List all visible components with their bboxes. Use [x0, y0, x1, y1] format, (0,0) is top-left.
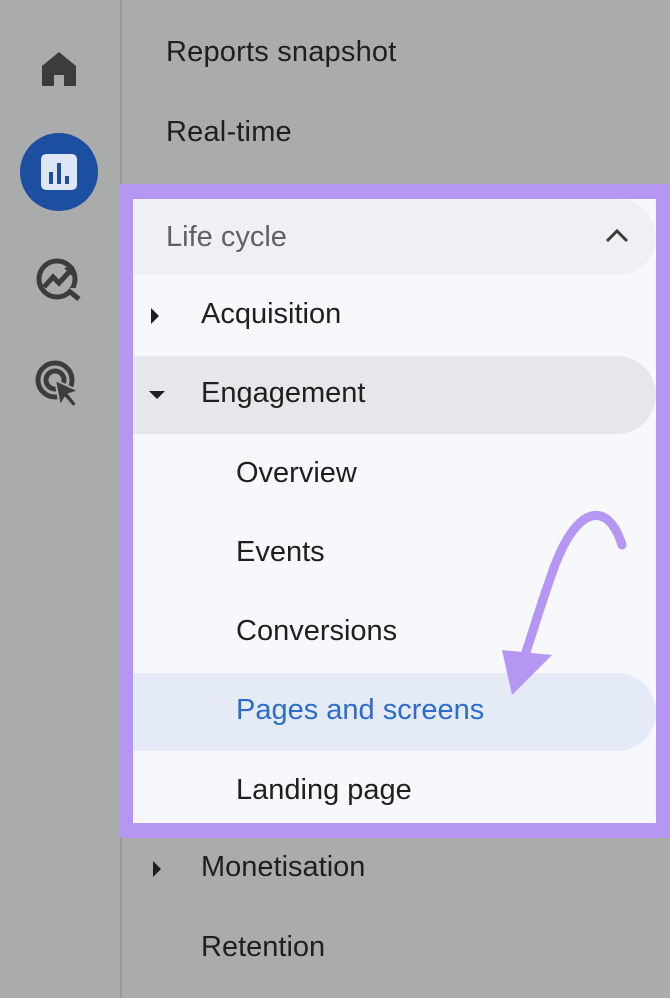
rail-home[interactable]: [20, 30, 98, 108]
submenu-item-label: Events: [236, 536, 325, 568]
rail-explore[interactable]: [20, 240, 98, 318]
menu-item-retention[interactable]: Retention: [122, 910, 670, 988]
menu-item-engagement[interactable]: Engagement: [133, 356, 656, 434]
home-icon: [39, 49, 79, 89]
menu-item-monetisation[interactable]: Monetisation: [122, 830, 670, 908]
section-header-life-cycle[interactable]: Life cycle: [133, 199, 656, 275]
menu-item-acquisition[interactable]: Acquisition: [133, 277, 656, 355]
caret-down-icon: [147, 383, 167, 412]
submenu-item-label: Pages and screens: [236, 694, 485, 726]
submenu-item-label: Overview: [236, 457, 357, 489]
caret-right-icon: [147, 304, 163, 333]
menu-item-label: Acquisition: [201, 298, 342, 330]
section-title: Life cycle: [166, 221, 287, 253]
menu-item-label: Engagement: [201, 377, 366, 409]
menu-item-label: Monetisation: [201, 851, 366, 883]
advertising-icon: [33, 358, 85, 410]
submenu-item-landing-page[interactable]: Landing page: [133, 753, 656, 823]
menu-item-label: Retention: [201, 931, 326, 963]
reports-icon: [39, 152, 79, 192]
menu-item-reports-snapshot[interactable]: Reports snapshot: [166, 36, 397, 69]
chevron-up-icon: [604, 225, 630, 252]
submenu-item-label: Conversions: [236, 615, 398, 647]
menu-item-real-time[interactable]: Real-time: [166, 116, 292, 149]
annotation-arrow-icon: [490, 505, 630, 710]
submenu-item-overview[interactable]: Overview: [133, 436, 656, 514]
rail-reports[interactable]: [20, 133, 98, 211]
nav-rail: [0, 0, 122, 998]
explore-icon: [34, 254, 84, 304]
submenu-item-label: Landing page: [236, 774, 412, 806]
caret-right-icon: [149, 857, 165, 886]
rail-advertising[interactable]: [20, 345, 98, 423]
